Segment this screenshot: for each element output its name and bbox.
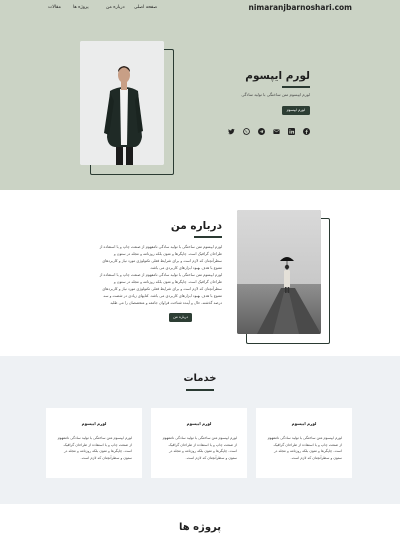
hero-cta-button[interactable]: لورم ایپسوم xyxy=(281,106,310,115)
services-title: خدمات xyxy=(183,373,217,384)
service-card-title: لورم ایپسوم xyxy=(81,421,107,426)
top-nav: مقالات پروژه ها درباره من صفحه اصلی nima… xyxy=(0,0,400,16)
service-card-title: لورم ایپسوم xyxy=(186,421,212,426)
service-card[interactable]: لورم ایپسوم لورم ایپسوم متن ساختگی با تو… xyxy=(151,408,247,478)
nav-item-articles[interactable]: مقالات xyxy=(48,5,61,10)
site-brand[interactable]: nimaranjbarnoshari.com xyxy=(249,3,352,12)
about-title-underline xyxy=(194,236,222,238)
email-icon[interactable] xyxy=(273,128,280,135)
service-card[interactable]: لورم ایپسوم لورم ایپسوم متن ساختگی با تو… xyxy=(256,408,352,478)
hero-portrait-image xyxy=(80,41,164,165)
about-paragraph-1: لورم ایپسوم متن ساختگی با تولید سادگی نا… xyxy=(99,245,222,270)
facebook-icon[interactable] xyxy=(303,128,310,135)
hero-section: مقالات پروژه ها درباره من صفحه اصلی nima… xyxy=(0,0,400,190)
services-section: خدمات لورم ایپسوم لورم ایپسوم متن ساختگی… xyxy=(0,356,400,504)
hero-title: لورم ایپسوم xyxy=(245,70,310,82)
service-card-text: لورم ایپسوم متن ساختگی با تولید سادگی نا… xyxy=(267,436,342,460)
whatsapp-icon[interactable] xyxy=(243,128,250,135)
about-paragraph-2: لورم ایپسوم متن ساختگی با تولید سادگی نا… xyxy=(99,273,222,305)
projects-title: پروژه ها xyxy=(178,522,222,533)
hero-subtitle: لورم ایپسوم متن ساختگی با تولید سادگی xyxy=(241,92,310,97)
social-links xyxy=(228,128,310,136)
nav-item-projects[interactable]: پروژه ها xyxy=(73,5,89,10)
about-title: درباره من xyxy=(170,220,222,232)
service-card-text: لورم ایپسوم متن ساختگی با تولید سادگی نا… xyxy=(57,436,132,460)
linkedin-icon[interactable] xyxy=(288,128,295,135)
service-card-text: لورم ایپسوم متن ساختگی با تولید سادگی نا… xyxy=(162,436,237,460)
telegram-icon[interactable] xyxy=(258,128,265,135)
hero-title-underline xyxy=(282,86,310,88)
services-title-underline xyxy=(186,389,214,391)
about-me-button[interactable]: درباره من xyxy=(169,313,192,322)
nav-item-home[interactable]: صفحه اصلی xyxy=(134,5,157,10)
service-card[interactable]: لورم ایپسوم لورم ایپسوم متن ساختگی با تو… xyxy=(46,408,142,478)
twitter-icon[interactable] xyxy=(228,128,235,135)
nav-item-about[interactable]: درباره من xyxy=(106,5,125,10)
service-card-title: لورم ایپسوم xyxy=(291,421,317,426)
about-image xyxy=(237,210,321,334)
